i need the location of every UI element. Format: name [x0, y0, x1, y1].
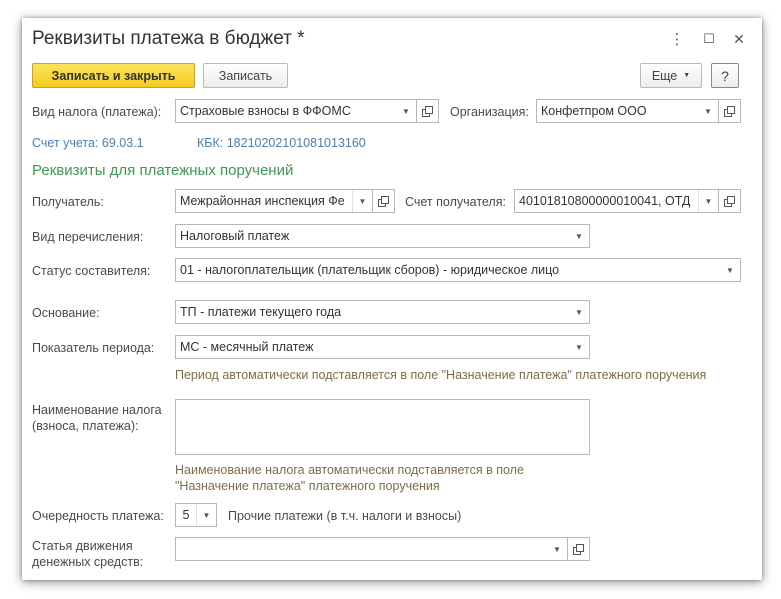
dropdown-icon[interactable]: ▼ — [547, 538, 567, 560]
open-icon[interactable] — [416, 100, 438, 122]
dropdown-icon[interactable]: ▼ — [569, 225, 589, 247]
chevron-down-icon: ▼ — [683, 72, 691, 79]
cashflow-label-line1: Статья движения — [32, 539, 133, 553]
dropdown-icon[interactable]: ▼ — [352, 190, 372, 212]
recipient-account-label: Счет получателя: — [405, 195, 506, 209]
priority-description: Прочие платежи (в т.ч. налоги и взносы) — [228, 509, 462, 523]
transfer-type-field[interactable]: Налоговый платеж ▼ — [175, 224, 590, 248]
recipient-value: Межрайонная инспекция Фе — [180, 194, 345, 208]
priority-label: Очередность платежа: — [32, 509, 164, 523]
cashflow-label-line2: денежных средств: — [32, 555, 144, 569]
more-button-label: Еще — [651, 68, 678, 83]
dropdown-icon[interactable]: ▼ — [720, 259, 740, 281]
status-value: 01 - налогоплательщик (плательщик сборов… — [180, 263, 560, 277]
dropdown-icon[interactable]: ▼ — [396, 100, 416, 122]
tax-name-hint: Наименование налога автоматически подста… — [175, 462, 524, 494]
period-hint: Период автоматически подставляется в пол… — [175, 368, 707, 382]
open-icon[interactable] — [567, 538, 589, 560]
dropdown-icon[interactable]: ▼ — [698, 190, 718, 212]
tax-name-hint-line2: "Назначение платежа" платежного поручени… — [175, 479, 440, 493]
basis-field[interactable]: ТП - платежи текущего года ▼ — [175, 300, 590, 324]
help-button[interactable]: ? — [711, 63, 739, 88]
tax-name-hint-line1: Наименование налога автоматически подста… — [175, 463, 524, 477]
period-value: МС - месячный платеж — [180, 340, 314, 354]
more-actions-icon[interactable]: ⋮ — [668, 30, 686, 48]
tax-type-label: Вид налога (платежа): — [32, 105, 162, 119]
tax-name-label: Наименование налога (взноса, платежа): — [32, 402, 162, 434]
recipient-account-field[interactable]: 40101810800000010041, ОТД ▼ — [514, 189, 741, 213]
payment-details-window: Реквизиты платежа в бюджет * ⋮ ☐ ✕ Запис… — [22, 18, 762, 580]
recipient-label: Получатель: — [32, 195, 104, 209]
cashflow-label: Статья движения денежных средств: — [32, 538, 143, 570]
open-icon[interactable] — [718, 100, 740, 122]
maximize-icon[interactable]: ☐ — [700, 30, 718, 48]
kbk-link[interactable]: КБК: 18210202101081013160 — [197, 136, 366, 150]
recipient-field[interactable]: Межрайонная инспекция Фе ▼ — [175, 189, 395, 213]
tax-type-field[interactable]: Страховые взносы в ФФОМС ▼ — [175, 99, 439, 123]
priority-value: 5 — [182, 508, 190, 522]
cashflow-value — [176, 538, 547, 560]
tax-name-textarea[interactable] — [175, 399, 590, 455]
save-and-close-button[interactable]: Записать и закрыть — [32, 63, 195, 88]
organization-field[interactable]: Конфетпром ООО ▼ — [536, 99, 741, 123]
cashflow-field[interactable]: ▼ — [175, 537, 590, 561]
status-field[interactable]: 01 - налогоплательщик (плательщик сборов… — [175, 258, 741, 282]
dropdown-icon[interactable]: ▼ — [698, 100, 718, 122]
period-field[interactable]: МС - месячный платеж ▼ — [175, 335, 590, 359]
transfer-type-label: Вид перечисления: — [32, 230, 144, 244]
close-icon[interactable]: ✕ — [730, 30, 748, 48]
organization-label: Организация: — [450, 105, 529, 119]
recipient-account-value: 40101810800000010041, ОТД — [519, 194, 691, 208]
tax-name-label-line2: (взноса, платежа): — [32, 419, 139, 433]
period-label: Показатель периода: — [32, 341, 155, 355]
window-title: Реквизиты платежа в бюджет * — [32, 28, 305, 49]
dropdown-icon[interactable]: ▼ — [569, 301, 589, 323]
transfer-type-value: Налоговый платеж — [180, 229, 290, 243]
basis-label: Основание: — [32, 306, 100, 320]
account-link[interactable]: Счет учета: 69.03.1 — [32, 136, 144, 150]
save-button[interactable]: Записать — [203, 63, 288, 88]
open-icon[interactable] — [372, 190, 394, 212]
open-icon[interactable] — [718, 190, 740, 212]
tax-type-value: Страховые взносы в ФФОМС — [180, 104, 351, 118]
section-title: Реквизиты для платежных поручений — [32, 162, 294, 179]
basis-value: ТП - платежи текущего года — [180, 305, 342, 319]
priority-field[interactable]: 5 ▼ — [175, 503, 217, 527]
more-button[interactable]: Еще ▼ — [640, 63, 702, 88]
dropdown-icon[interactable]: ▼ — [196, 504, 216, 526]
tax-name-label-line1: Наименование налога — [32, 403, 162, 417]
dropdown-icon[interactable]: ▼ — [569, 336, 589, 358]
status-label: Статус составителя: — [32, 264, 151, 278]
organization-value: Конфетпром ООО — [541, 104, 647, 118]
